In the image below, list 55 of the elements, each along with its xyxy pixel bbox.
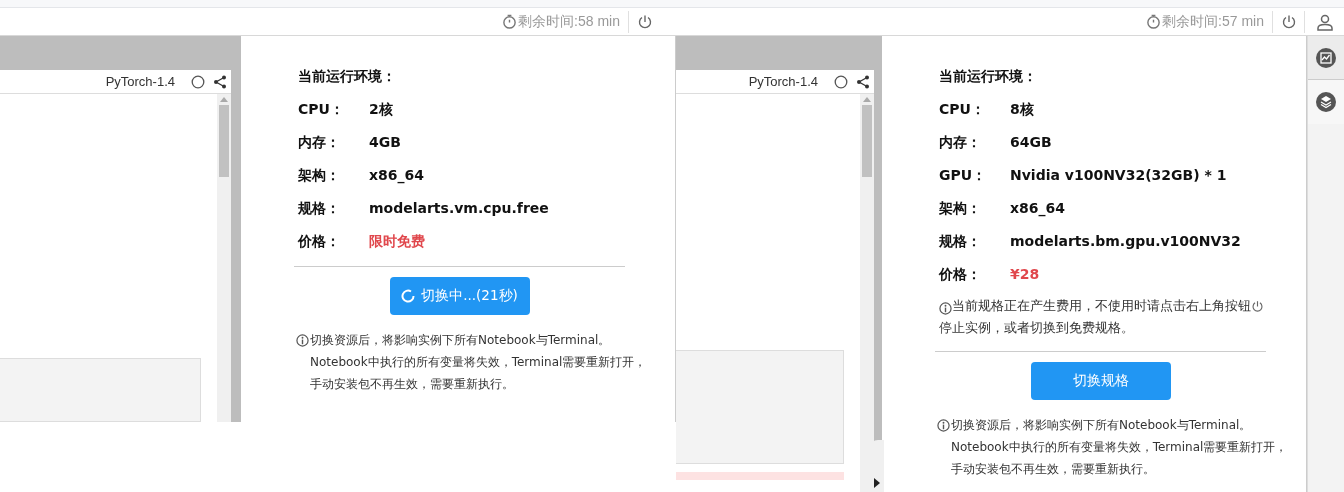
scrollbar[interactable]	[217, 94, 231, 422]
expand-arrow-icon	[874, 478, 880, 488]
price-value: 限时免费	[369, 233, 425, 251]
spec-label: 价格：	[939, 266, 982, 284]
environment-title: 当前运行环境：	[939, 68, 1038, 86]
cost-warning: 停止实例，或者切换到免费规格。	[939, 319, 1134, 337]
power-icon	[1251, 299, 1264, 313]
kernel-name: PyTorch-1.4	[748, 74, 818, 89]
spec-value: 8核	[1010, 101, 1034, 119]
stopwatch-icon	[502, 14, 518, 29]
spec-label: 架构：	[298, 167, 341, 185]
switch-notice: 切换资源后，将影响实例下所有Notebook与Terminal。Notebook中执行的所有变量将失效，Terminal需要重新打开，手动安装包不再生效，需要重新执行。	[951, 417, 1289, 478]
spec-value: modelarts.bm.gpu.v100NV32	[1010, 233, 1241, 251]
scrollbar-thumb[interactable]	[219, 105, 229, 177]
info-icon	[937, 419, 950, 432]
spec-value: modelarts.vm.cpu.free	[369, 200, 549, 218]
chart-icon	[1316, 47, 1336, 68]
info-icon	[939, 302, 952, 315]
spec-value: 4GB	[369, 134, 401, 152]
spec-value: x86_64	[369, 167, 424, 186]
kernel-status-icon	[834, 74, 848, 89]
spec-value: 64GB	[1010, 134, 1052, 152]
share-icon[interactable]	[856, 74, 870, 89]
spec-label: CPU：	[939, 101, 986, 119]
kernel-name: PyTorch-1.4	[105, 74, 175, 89]
spec-label: 内存：	[939, 134, 982, 152]
spec-label: CPU：	[298, 101, 345, 119]
spinner-icon	[401, 289, 416, 303]
switch-notice: 切换资源后，将影响实例下所有Notebook与Terminal。Notebook中执行的所有变量将失效，Terminal需要重新打开，手动安装包不再生效，需要重新执行。	[310, 332, 648, 393]
scrollbar[interactable]	[860, 94, 874, 492]
spec-value: x86_64	[1010, 200, 1065, 219]
power-icon[interactable]	[636, 13, 653, 30]
spec-label: 价格：	[298, 233, 341, 251]
price-value: ¥28	[1010, 266, 1040, 284]
remaining-time: 剩余时间:58 min	[502, 12, 628, 31]
power-icon[interactable]	[1280, 13, 1297, 30]
spec-label: 架构：	[939, 200, 982, 218]
spec-value: 2核	[369, 101, 393, 119]
switch-spec-button[interactable]: 切换中...(21秒)	[389, 277, 530, 315]
remaining-time: 剩余时间:57 min	[1146, 12, 1272, 31]
spec-value: Nvidia v100NV32(32GB) * 1	[1010, 167, 1227, 185]
scrollbar-thumb[interactable]	[862, 105, 872, 177]
switch-spec-button[interactable]: 切换规格	[1030, 362, 1171, 400]
spec-label: 规格：	[298, 200, 341, 218]
spec-label: 规格：	[939, 233, 982, 251]
share-icon[interactable]	[213, 74, 227, 89]
spec-label: 内存：	[298, 134, 341, 152]
cost-warning: 当前规格正在产生费用，不使用时请点击右上角按钮	[952, 297, 1251, 315]
spec-label: GPU：	[939, 167, 988, 185]
user-icon	[1315, 12, 1334, 31]
stopwatch-icon	[1146, 14, 1162, 29]
environment-title: 当前运行环境：	[298, 68, 397, 86]
kernel-status-icon	[191, 74, 205, 89]
layers-icon	[1316, 92, 1336, 112]
info-icon	[296, 334, 309, 347]
